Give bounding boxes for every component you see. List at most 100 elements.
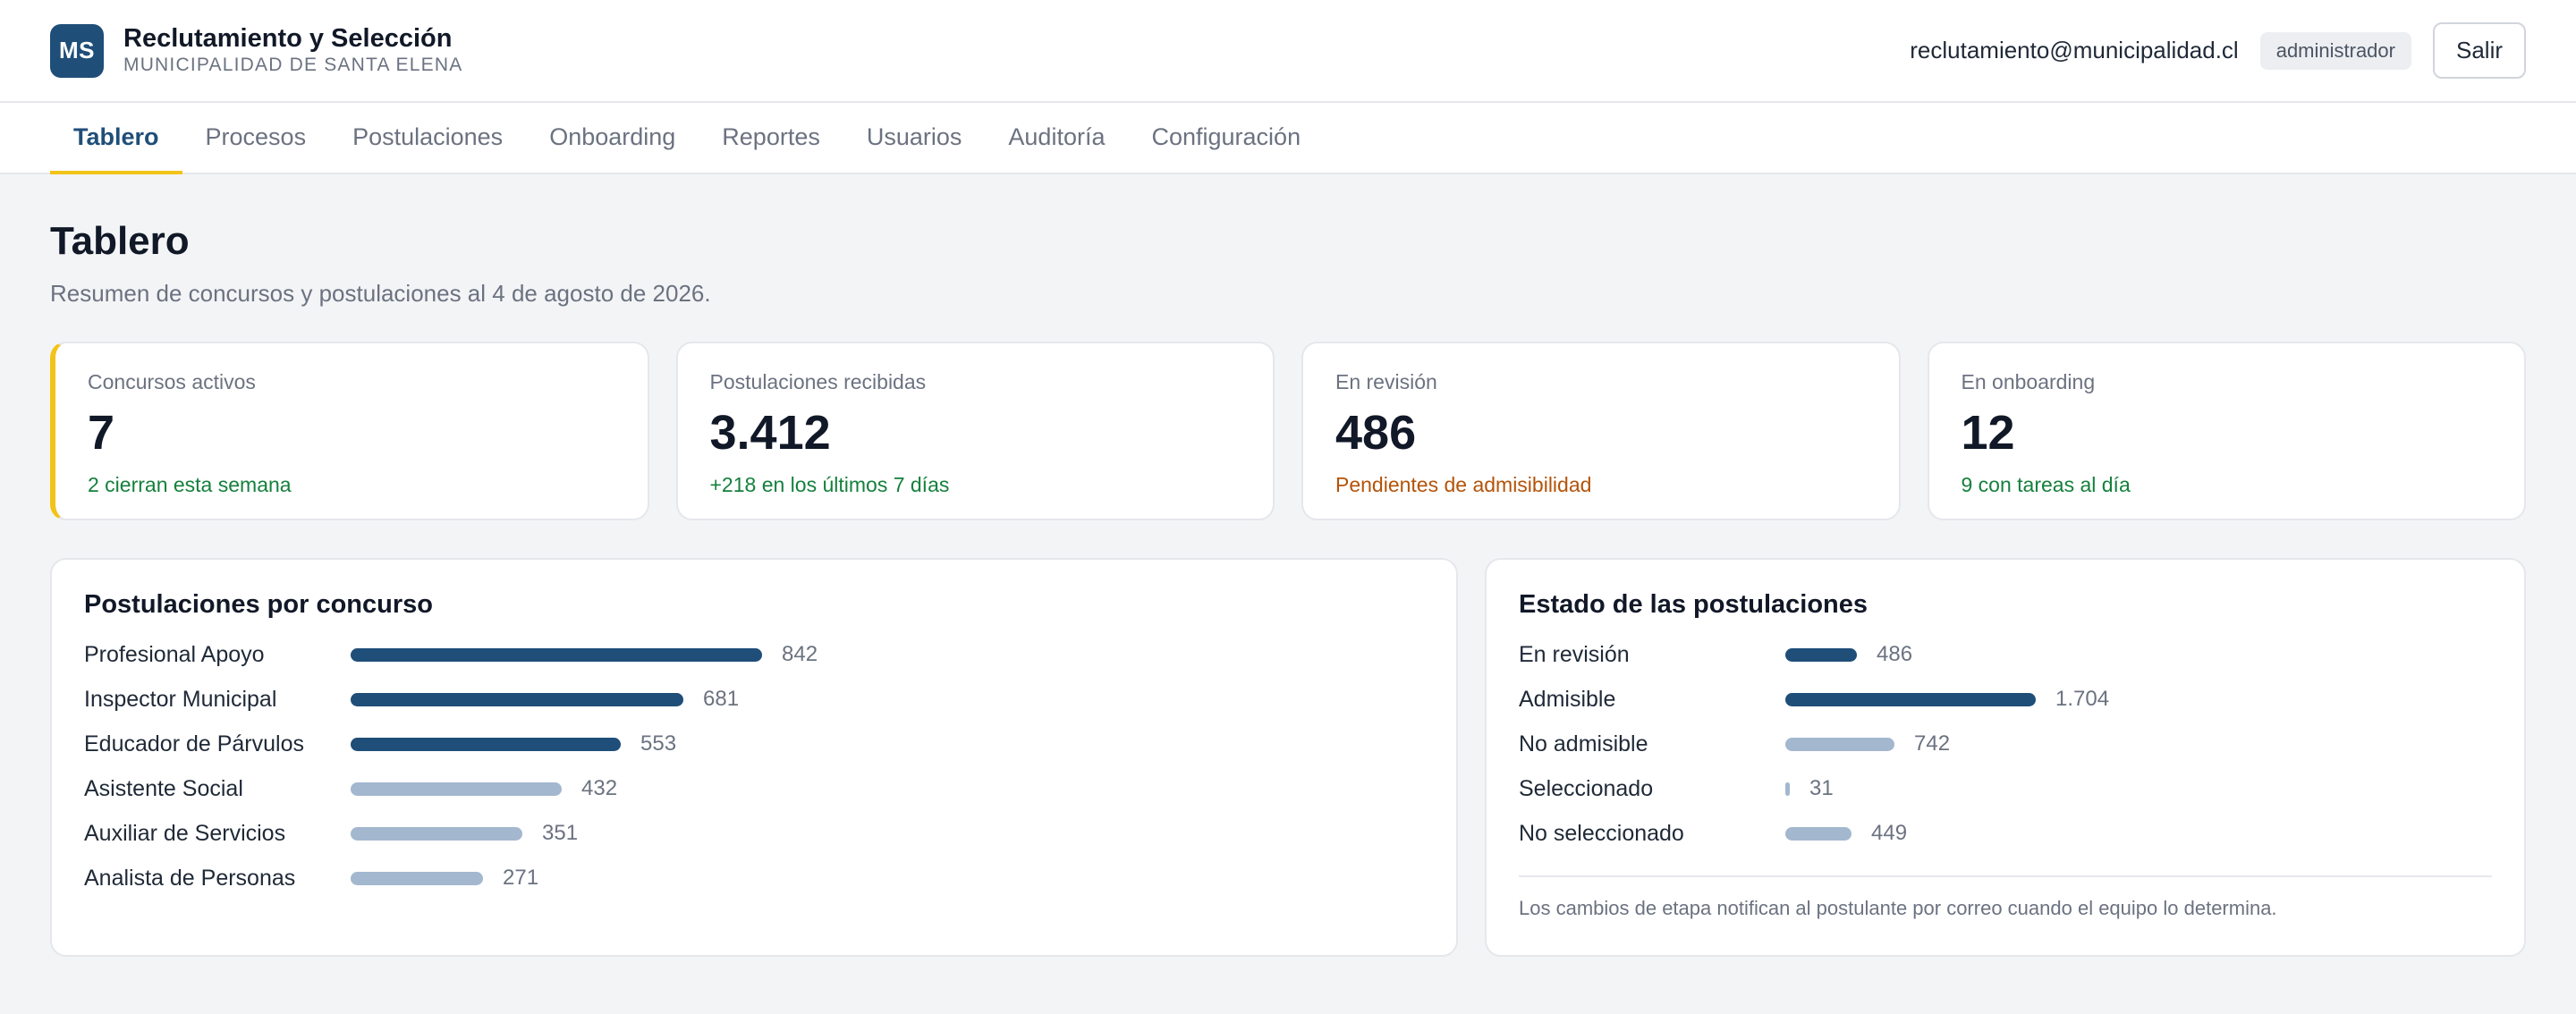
panel-title: Postulaciones por concurso [84, 590, 433, 619]
role-badge: administrador [2259, 31, 2411, 70]
bar-label: Profesional Apoyo [84, 641, 265, 667]
contest-bar-list: Profesional Apoyo 842 Inspector Municipal 6… [84, 632, 1424, 900]
bar-label: En revisión [1519, 641, 1630, 667]
organization-name: MUNICIPALIDAD DE SANTA ELENA [123, 55, 463, 76]
bar-label: No admisible [1519, 731, 1648, 756]
brand: MS Reclutamiento y Selección MUNICIPALID… [50, 23, 463, 78]
user-box: reclutamiento@municipalidad.cl administr… [1910, 22, 2526, 79]
stat-value: 7 [88, 406, 115, 460]
user-email: reclutamiento@municipalidad.cl [1910, 37, 2239, 63]
stat-note: 9 con tareas al día [1961, 473, 2131, 496]
bar-fill [1785, 826, 1852, 841]
status-panel: Estado de las postulaciones En revisión 4… [1485, 558, 2526, 957]
top-bar: MS Reclutamiento y Selección MUNICIPALID… [0, 0, 2576, 103]
contest-panel: Postulaciones por concurso Profesional A… [50, 558, 1458, 957]
logout-button[interactable]: Salir [2432, 22, 2526, 79]
bar-fill [351, 692, 683, 706]
bar-label: No seleccionado [1519, 820, 1684, 846]
bar-track: 742 [1785, 731, 1950, 756]
tab-usuarios[interactable]: Usuarios [843, 103, 986, 174]
bar-fill [351, 871, 483, 885]
bar-label: Analista de Personas [84, 865, 296, 891]
bar-track: 449 [1785, 821, 1907, 846]
stat-card-postulaciones-recibidas: Postulaciones recibidas 3.412 +218 en lo… [675, 342, 1275, 520]
bar-fill [1785, 737, 1894, 751]
panel-footnote: Los cambios de etapa notifican al postul… [1519, 897, 2277, 919]
bar-track: 31 [1785, 776, 1834, 801]
stat-value: 12 [1961, 406, 2015, 460]
tab-postulaciones[interactable]: Postulaciones [329, 103, 526, 174]
bar-value: 1.704 [2055, 687, 2110, 711]
bar-value: 271 [503, 866, 539, 890]
bar-fill [1785, 647, 1857, 662]
stat-note: 2 cierran esta semana [88, 473, 292, 496]
bar-row-admisible: Admisible 1.704 [1519, 677, 2492, 722]
bar-track: 486 [1785, 642, 1912, 667]
bar-value: 486 [1877, 642, 1913, 666]
brand-text: Reclutamiento y Selección MUNICIPALIDAD … [123, 23, 463, 77]
bar-row-seleccionado: Seleccionado 31 [1519, 766, 2492, 811]
stat-card-en-revision: En revisión 486 Pendientes de admisibili… [1301, 342, 1901, 520]
bar-fill [351, 647, 762, 662]
tab-procesos[interactable]: Procesos [182, 103, 330, 174]
stat-label: En onboarding [1961, 370, 2096, 393]
tab-auditoria[interactable]: Auditoría [985, 103, 1128, 174]
bar-row-profesional-apoyo: Profesional Apoyo 842 [84, 632, 1424, 677]
bar-fill [351, 782, 562, 796]
stat-value: 3.412 [709, 406, 831, 460]
bar-row-asistente-social: Asistente Social 432 [84, 766, 1424, 811]
bar-track: 351 [351, 821, 578, 846]
tab-configuracion[interactable]: Configuración [1128, 103, 1324, 174]
stat-card-concursos-activos: Concursos activos 7 2 cierran esta seman… [50, 342, 649, 520]
bar-track: 432 [351, 776, 617, 801]
stats-row: Concursos activos 7 2 cierran esta seman… [50, 342, 2526, 520]
main-content: Tablero Resumen de concursos y postulaci… [0, 174, 2576, 957]
bar-label: Auxiliar de Servicios [84, 820, 286, 846]
bar-track: 842 [351, 642, 818, 667]
bar-fill [1785, 692, 2036, 706]
tab-onboarding[interactable]: Onboarding [526, 103, 699, 174]
bar-row-no-seleccionado: No seleccionado 449 [1519, 811, 2492, 856]
bar-label: Educador de Párvulos [84, 731, 304, 756]
page-subtitle: Resumen de concursos y postulaciones al … [50, 280, 711, 307]
stat-label: En revisión [1335, 370, 1437, 393]
stat-note: +218 en los últimos 7 días [709, 473, 950, 496]
bar-value: 742 [1914, 731, 1951, 756]
stat-label: Postulaciones recibidas [709, 370, 927, 393]
bar-row-auxiliar-de-servicios: Auxiliar de Servicios 351 [84, 811, 1424, 856]
page-title: Tablero [50, 219, 190, 263]
bar-row-analista-de-personas: Analista de Personas 271 [84, 856, 1424, 900]
stat-note: Pendientes de admisibilidad [1335, 473, 1592, 496]
bar-value: 31 [1809, 776, 1834, 800]
bar-fill [351, 737, 621, 751]
stat-card-en-onboarding: En onboarding 12 9 con tareas al día [1927, 342, 2526, 520]
tab-tablero[interactable]: Tablero [50, 103, 182, 174]
app-title: Reclutamiento y Selección [123, 23, 453, 53]
tab-reportes[interactable]: Reportes [699, 103, 843, 174]
panel-title: Estado de las postulaciones [1519, 590, 1868, 619]
bar-row-inspector-municipal: Inspector Municipal 681 [84, 677, 1424, 722]
bar-track: 681 [351, 687, 739, 712]
app-logo: MS [50, 23, 104, 78]
bar-label: Asistente Social [84, 775, 243, 801]
bar-value: 449 [1871, 821, 1908, 845]
bar-label: Inspector Municipal [84, 686, 277, 712]
status-bar-list: En revisión 486 Admisible 1.704 No admisible… [1519, 632, 2492, 856]
bar-row-en-revision: En revisión 486 [1519, 632, 2492, 677]
bar-value: 842 [782, 642, 818, 666]
main-nav: Tablero Procesos Postulaciones Onboardin… [0, 103, 2576, 174]
bar-row-educador-de-parvulos: Educador de Párvulos 553 [84, 722, 1424, 766]
bar-value: 351 [542, 821, 579, 845]
bar-track: 1.704 [1785, 687, 2109, 712]
bar-track: 553 [351, 731, 676, 756]
stat-label: Concursos activos [88, 370, 256, 393]
panel-divider [1519, 875, 2492, 877]
panels-row: Postulaciones por concurso Profesional A… [50, 558, 2526, 957]
bar-value: 553 [640, 731, 677, 756]
bar-label: Seleccionado [1519, 775, 1654, 801]
stat-value: 486 [1335, 406, 1417, 460]
bar-fill [1785, 782, 1790, 796]
bar-row-no-admisible: No admisible 742 [1519, 722, 2492, 766]
bar-label: Admisible [1519, 686, 1616, 712]
bar-fill [351, 826, 522, 841]
